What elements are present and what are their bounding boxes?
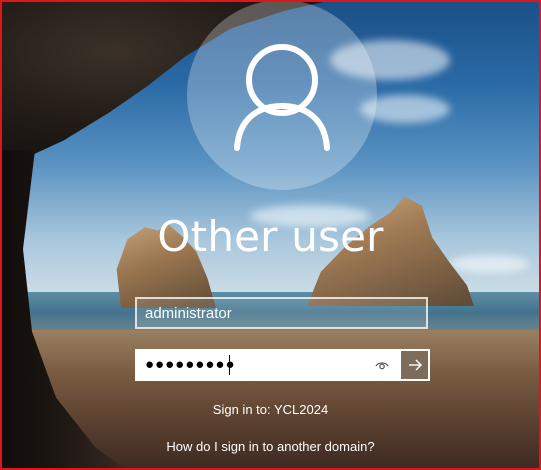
- user-icon: [234, 44, 330, 151]
- eye-icon[interactable]: [375, 359, 389, 377]
- password-mask: ●●●●●●●●●: [145, 356, 236, 373]
- sign-in-domain-text: Sign in to: YCL2024: [212, 402, 329, 417]
- arrow-right-icon: [409, 359, 422, 371]
- submit-button[interactable]: [399, 349, 430, 381]
- account-name: Other user: [157, 212, 384, 261]
- user-avatar: [187, 0, 377, 190]
- password-field[interactable]: ●●●●●●●●●: [135, 349, 430, 381]
- other-domain-help-link[interactable]: How do I sign in to another domain?: [0, 439, 541, 454]
- text-caret: [229, 355, 230, 375]
- username-field[interactable]: [135, 297, 428, 329]
